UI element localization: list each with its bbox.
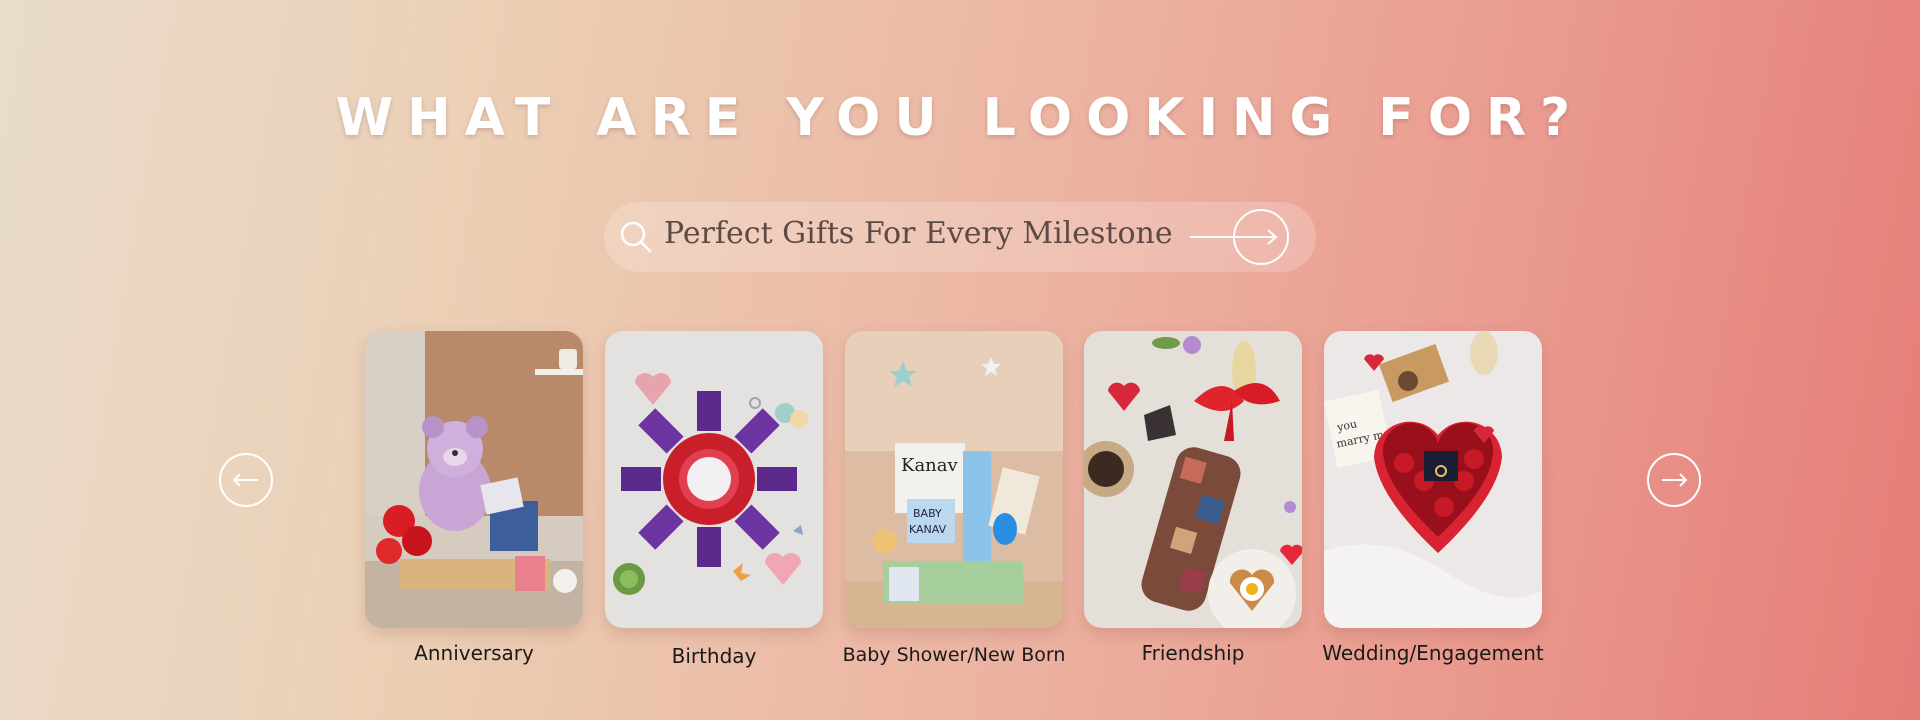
search-go-button[interactable] (1186, 208, 1290, 266)
search-icon (616, 217, 656, 257)
card-image[interactable] (605, 331, 823, 628)
category-card-friendship[interactable]: Friendship (1084, 331, 1302, 665)
svg-text:KANAV: KANAV (909, 523, 947, 536)
svg-text:Kanav: Kanav (901, 455, 959, 476)
card-label[interactable]: Baby Shower/New Born (825, 644, 1083, 666)
category-card-anniversary[interactable]: Anniversary (365, 331, 583, 665)
category-card-baby-shower[interactable]: Kanav BABY KANAV Baby Shower/New Born (843, 331, 1065, 666)
page-title: WHAT ARE YOU LOOKING FOR? (335, 88, 1585, 148)
search-bar[interactable]: Perfect Gifts For Every Milestone (604, 202, 1316, 272)
card-label[interactable]: Birthday (605, 644, 823, 668)
category-card-birthday[interactable]: Birthday (605, 331, 823, 668)
card-label[interactable]: Anniversary (365, 641, 583, 665)
arrow-left-icon (219, 453, 273, 507)
card-image[interactable] (1084, 331, 1302, 628)
card-image[interactable] (365, 331, 583, 628)
category-card-wedding[interactable]: you marry me? Wedding/Engagement (1322, 331, 1544, 665)
carousel-next-button[interactable] (1646, 452, 1702, 508)
card-label[interactable]: Wedding/Engagement (1294, 641, 1572, 665)
carousel-prev-button[interactable] (218, 452, 274, 508)
search-input[interactable]: Perfect Gifts For Every Milestone (664, 216, 1173, 251)
card-image[interactable]: you marry me? (1324, 331, 1542, 628)
arrow-right-icon (1647, 453, 1701, 507)
card-image[interactable]: Kanav BABY KANAV (845, 331, 1063, 628)
svg-text:BABY: BABY (913, 507, 942, 520)
card-label[interactable]: Friendship (1084, 641, 1302, 665)
